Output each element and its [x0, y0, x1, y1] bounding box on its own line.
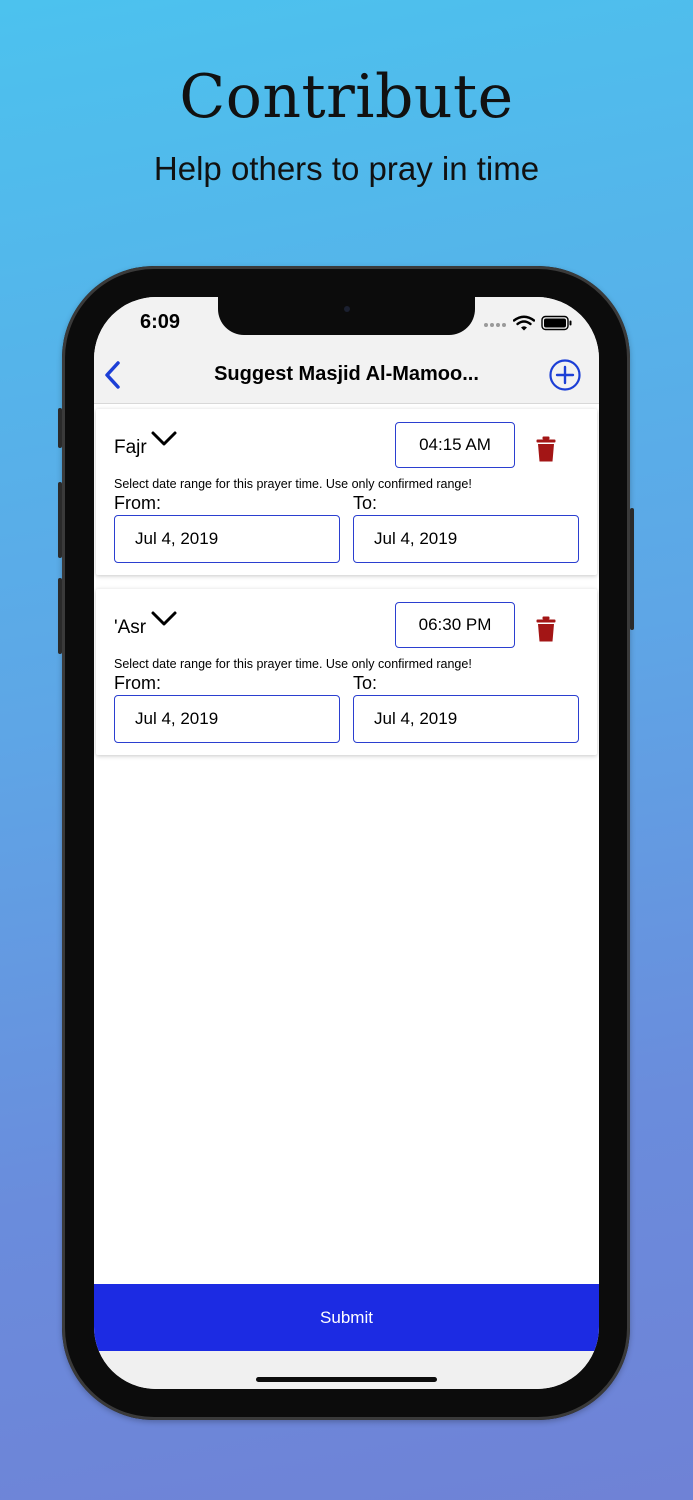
back-button[interactable] [100, 359, 126, 391]
trash-icon[interactable] [536, 616, 556, 642]
home-indicator[interactable] [256, 1377, 437, 1382]
from-date-field[interactable]: Jul 4, 2019 [114, 695, 340, 743]
prayer-card-asr: 'Asr 06:30 PM Select date range for this… [96, 589, 597, 755]
prayer-name: Fajr [114, 437, 147, 458]
bottom-safe-area [94, 1351, 599, 1389]
chevron-down-icon[interactable] [150, 429, 178, 449]
camera-icon [344, 306, 350, 312]
signal-icon [484, 323, 506, 327]
submit-button[interactable]: Submit [94, 1284, 599, 1351]
from-label: From: [114, 493, 161, 513]
prayer-time-field[interactable]: 04:15 AM [395, 422, 515, 468]
battery-icon [541, 315, 572, 331]
status-icons [483, 313, 573, 333]
date-range-hint: Select date range for this prayer time. … [114, 657, 472, 671]
promo-title: Contribute [179, 62, 514, 132]
prayer-name: 'Asr [114, 617, 147, 638]
power-button [630, 508, 634, 630]
to-label: To: [353, 493, 378, 513]
volume-down-button [58, 578, 62, 654]
add-prayer-button[interactable] [548, 358, 582, 392]
nav-bar: Suggest Masjid Al-Mamoo... [94, 347, 599, 404]
prayer-time-field[interactable]: 06:30 PM [395, 602, 515, 648]
date-range-hint: Select date range for this prayer time. … [114, 477, 472, 491]
from-label: From: [114, 673, 161, 693]
chevron-down-icon[interactable] [150, 609, 178, 629]
to-date-field[interactable]: Jul 4, 2019 [353, 515, 579, 563]
status-time: 6:09 [140, 311, 181, 333]
promo-subtitle: Help others to pray in time [153, 150, 540, 187]
chevron-left-icon [105, 361, 120, 389]
to-date-field[interactable]: Jul 4, 2019 [353, 695, 579, 743]
plus-circle-icon [549, 359, 581, 391]
from-date-field[interactable]: Jul 4, 2019 [114, 515, 340, 563]
notch [218, 297, 475, 335]
phone-screen: 6:09 Suggest Masjid Al-Mamoo... Fajr 04:… [94, 297, 599, 1389]
trash-icon[interactable] [536, 436, 556, 462]
volume-up-button [58, 482, 62, 558]
mute-switch [58, 408, 62, 448]
page-title: Suggest Masjid Al-Mamoo... [214, 363, 479, 385]
to-label: To: [353, 673, 378, 693]
wifi-icon [513, 315, 535, 331]
status-bar: 6:09 [94, 297, 599, 347]
prayer-card-fajr: Fajr 04:15 AM Select date range for this… [96, 409, 597, 575]
